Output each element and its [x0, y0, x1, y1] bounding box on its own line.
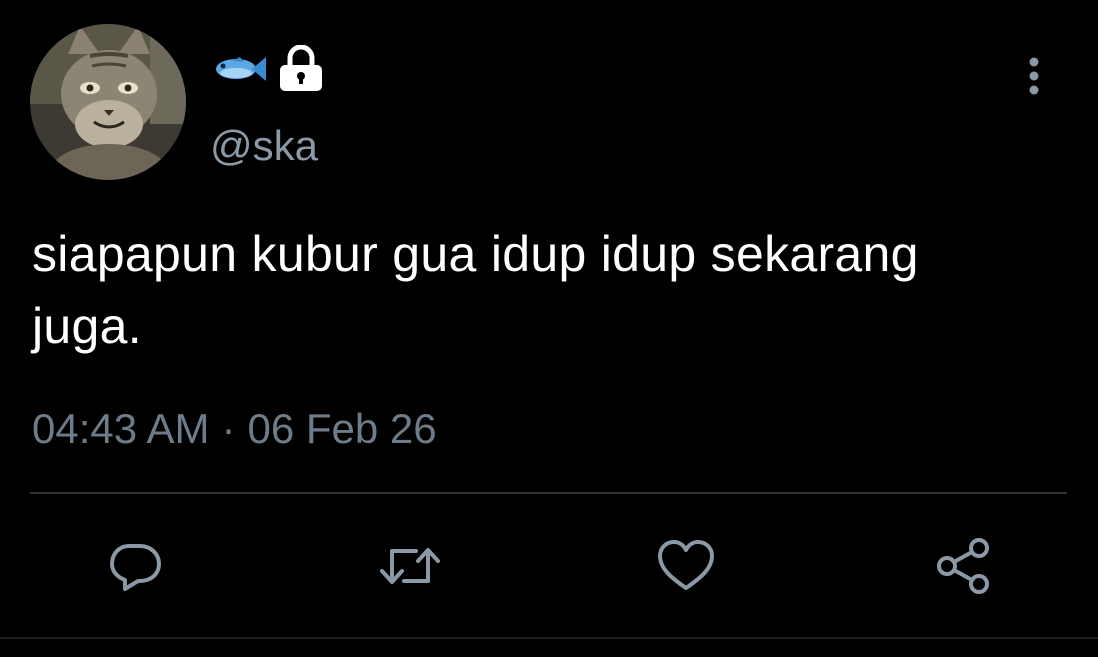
fish-icon: [216, 57, 266, 81]
more-options-button[interactable]: [1014, 52, 1054, 100]
cat-avatar-icon: [30, 24, 186, 180]
tweet-time: 04:43 AM: [32, 405, 210, 452]
user-handle[interactable]: @ska: [210, 122, 318, 170]
share-icon: [937, 538, 989, 594]
tweet-timestamp: 04:43 AM · 06 Feb 26: [32, 404, 437, 454]
avatar[interactable]: [30, 24, 186, 180]
like-button[interactable]: [654, 534, 718, 598]
display-name[interactable]: [210, 44, 324, 94]
retweet-icon: [380, 548, 440, 584]
divider: [30, 492, 1067, 494]
retweet-button[interactable]: [378, 534, 442, 598]
meta-separator: ·: [221, 405, 236, 452]
tweet-text: siapapun kubur gua idup idup sekarang ju…: [32, 226, 919, 354]
tweet-date: 06 Feb 26: [247, 405, 437, 452]
more-vertical-icon: [1029, 57, 1039, 95]
share-button[interactable]: [931, 534, 995, 598]
lock-icon: [280, 45, 322, 91]
like-icon: [658, 540, 714, 590]
bottom-divider: [0, 637, 1098, 639]
reply-icon: [110, 544, 161, 591]
reply-button[interactable]: [103, 534, 167, 598]
